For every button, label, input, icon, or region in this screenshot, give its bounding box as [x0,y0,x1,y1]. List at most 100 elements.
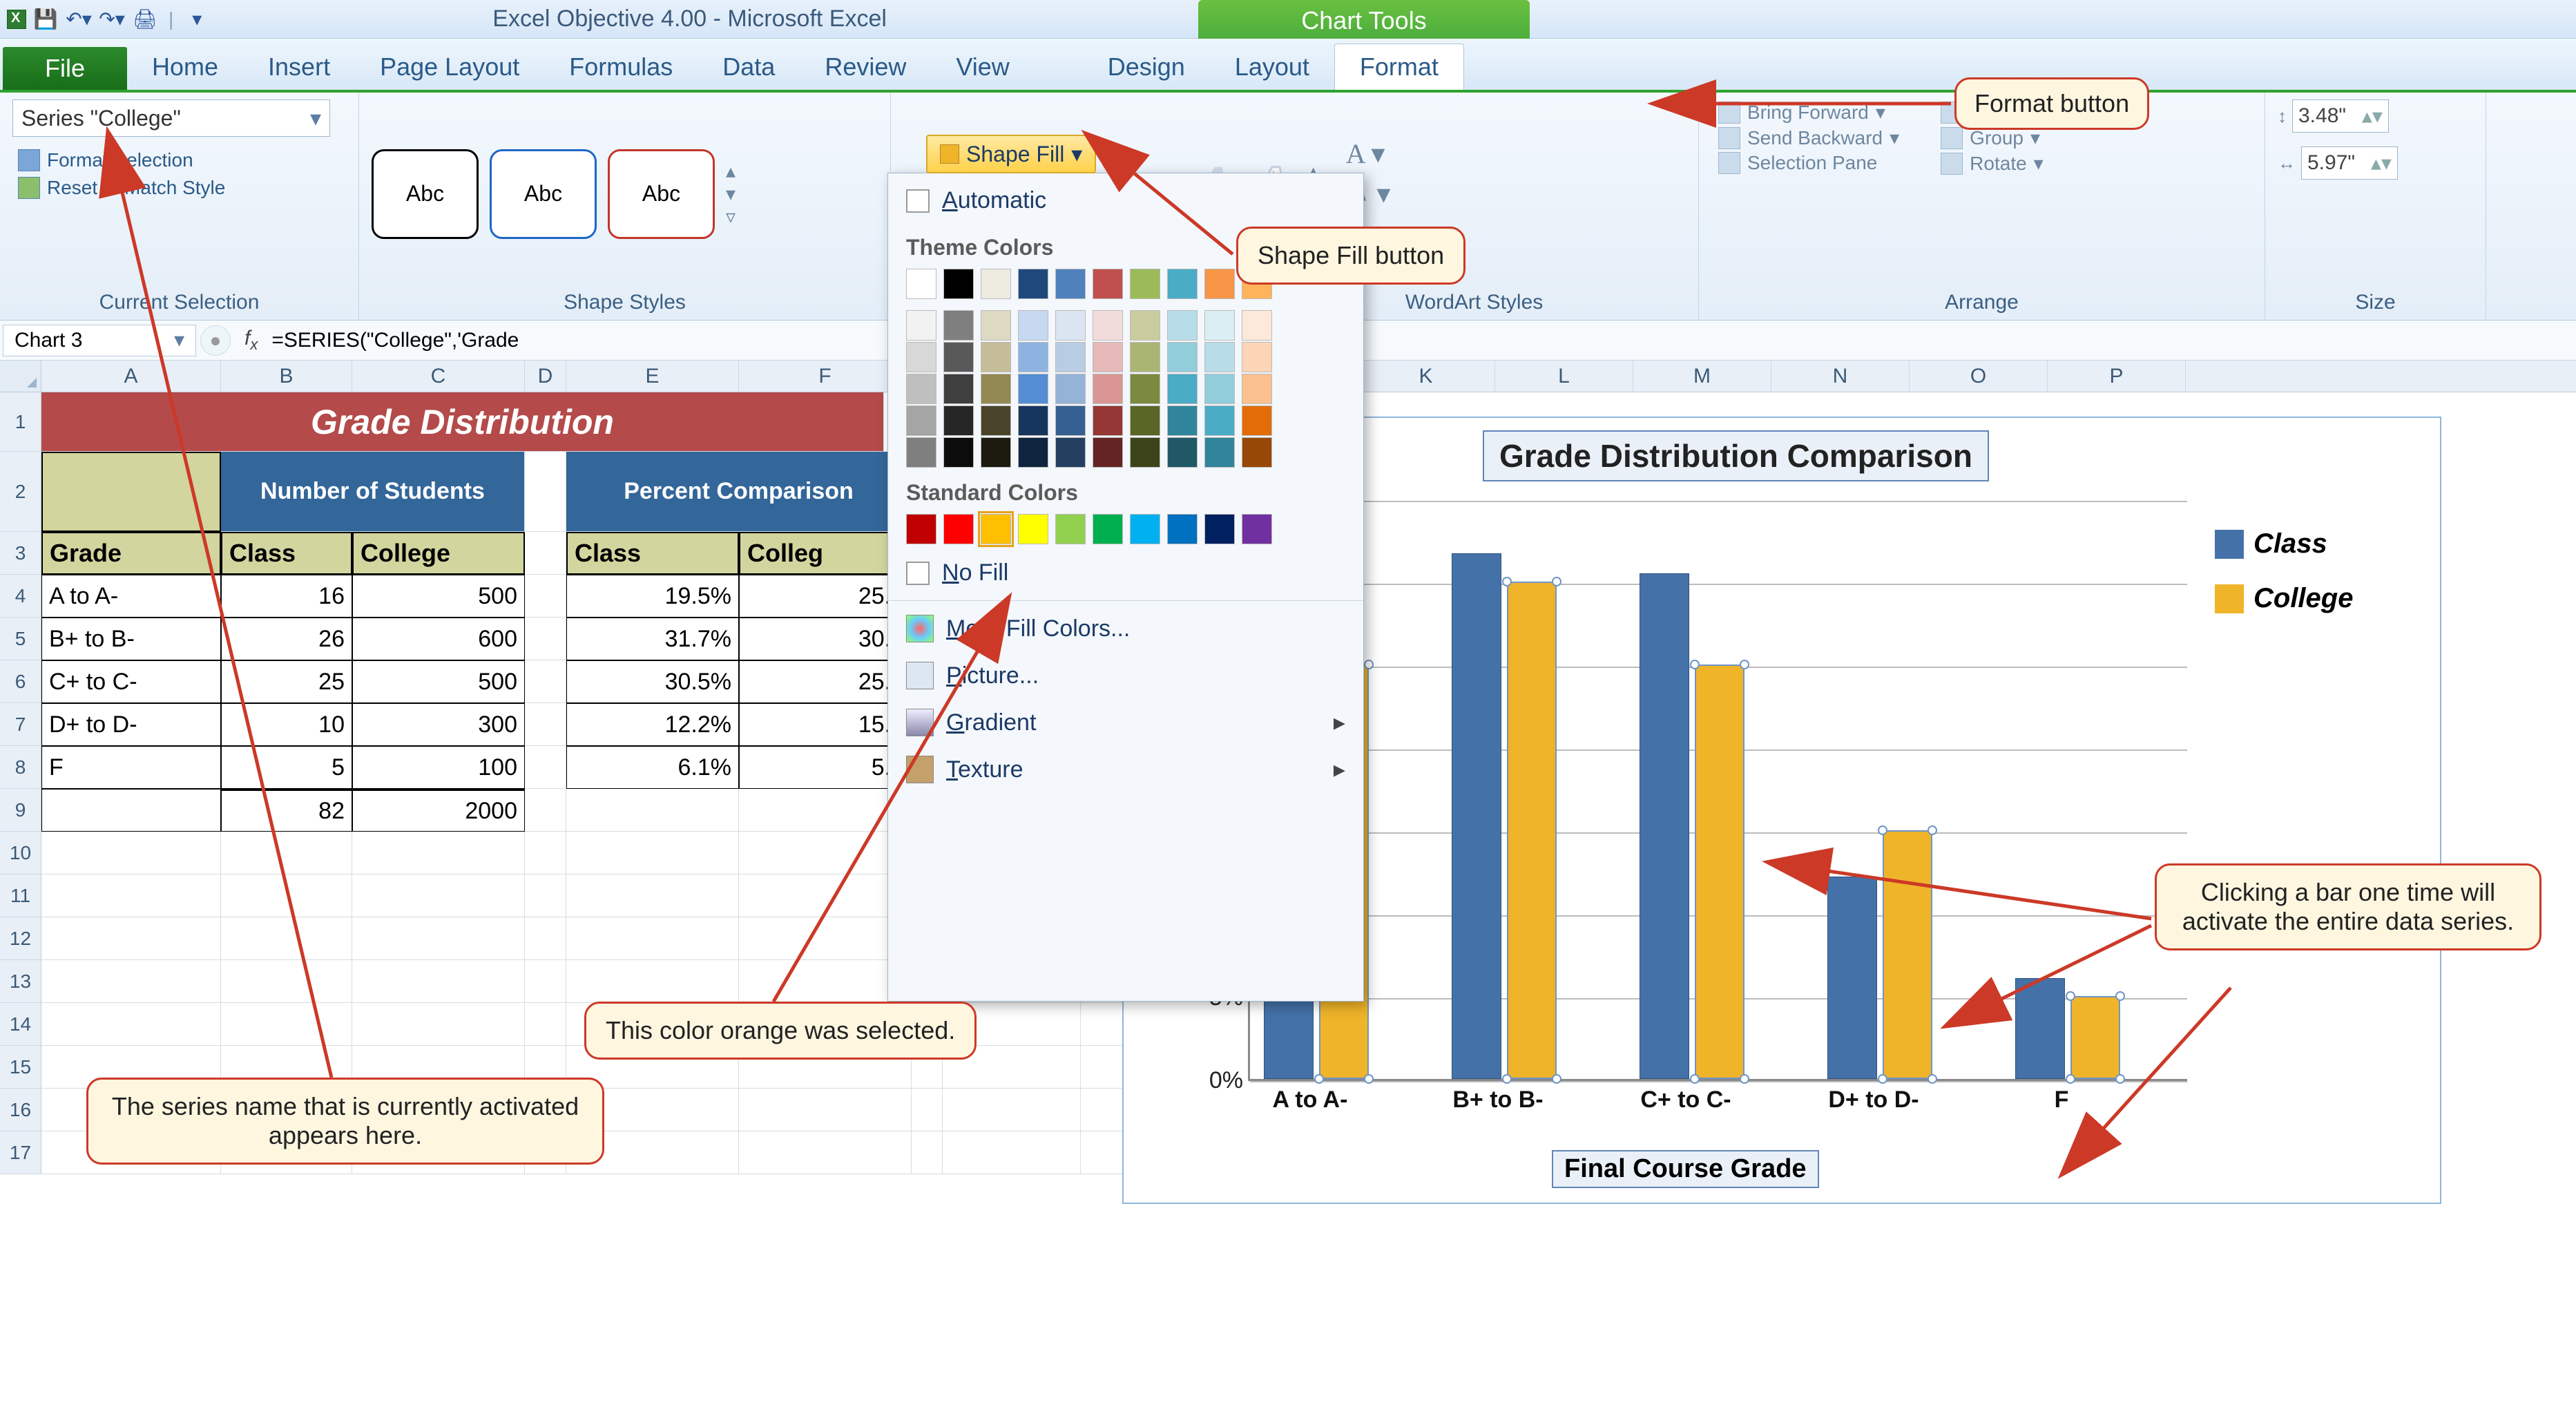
color-swatch[interactable] [981,374,1011,404]
send-backward-button[interactable]: Send Backward ▾ [1711,125,1906,151]
color-swatch[interactable] [1204,374,1235,404]
color-swatch[interactable] [1130,437,1160,468]
chart-element-selector[interactable]: Series "College" ▾ [12,99,330,137]
column-header[interactable]: N [1771,361,1910,392]
color-swatch[interactable] [1242,342,1272,372]
color-swatch[interactable] [1130,342,1160,372]
fx-icon[interactable]: fx [235,327,267,354]
row-header[interactable]: 4 [0,575,41,618]
tab-home[interactable]: Home [127,44,243,90]
format-selection-button[interactable]: Format Selection [12,146,346,174]
color-swatch[interactable] [1018,405,1048,436]
color-swatch[interactable] [981,405,1011,436]
color-swatch[interactable] [1242,374,1272,404]
texture-fill[interactable]: Texture▸ [888,746,1363,793]
gradient-fill[interactable]: Gradient▸ [888,699,1363,746]
color-swatch[interactable] [981,269,1011,299]
color-swatch[interactable] [1130,310,1160,341]
color-swatch[interactable] [1055,310,1086,341]
color-swatch[interactable] [1167,342,1198,372]
more-fill-colors[interactable]: More Fill Colors... [888,605,1363,652]
color-swatch[interactable] [1130,269,1160,299]
undo-icon[interactable]: ↶▾ [65,6,93,33]
row-header[interactable]: 13 [0,960,41,1003]
shape-style-2[interactable]: Abc [490,149,597,239]
column-header[interactable]: C [352,361,525,392]
color-swatch[interactable] [1204,269,1235,299]
column-header[interactable]: B [221,361,352,392]
color-swatch[interactable] [1093,310,1123,341]
chart-bar[interactable] [2015,978,2065,1079]
qat-customize-icon[interactable]: ▾ [183,6,211,33]
color-swatch[interactable] [1130,405,1160,436]
row-header[interactable]: 5 [0,618,41,660]
color-swatch[interactable] [943,374,974,404]
color-swatch[interactable] [1204,342,1235,372]
row-header[interactable]: 11 [0,874,41,917]
shape-style-scroll[interactable]: ▴▾▿ [726,160,736,228]
formula-value[interactable]: =SERIES("College",'Grade ibution'!$F$4:$… [271,329,2576,352]
chart-plot-area[interactable]: 0%5%10%15%20%25%30%35% [1248,501,2187,1081]
color-swatch[interactable] [1130,514,1160,544]
shape-width-input[interactable]: 5.97"▴▾ [2301,146,2398,180]
color-swatch[interactable] [906,342,936,372]
shape-style-1[interactable]: Abc [372,149,479,239]
tab-data[interactable]: Data [698,44,800,90]
print-icon[interactable]: 🖨 [131,6,159,33]
color-swatch[interactable] [906,405,936,436]
tab-view[interactable]: View [931,44,1034,90]
column-header[interactable]: A [41,361,221,392]
color-swatch[interactable] [906,310,936,341]
color-swatch[interactable] [981,514,1011,544]
color-swatch[interactable] [1167,269,1198,299]
shape-style-3[interactable]: Abc [608,149,715,239]
bring-forward-button[interactable]: Bring Forward ▾ [1711,99,1906,125]
tab-review[interactable]: Review [800,44,931,90]
row-header[interactable]: 14 [0,1003,41,1046]
color-swatch[interactable] [1242,437,1272,468]
color-swatch[interactable] [943,437,974,468]
selection-pane-button[interactable]: Selection Pane [1711,151,1906,175]
picture-fill[interactable]: Picture... [888,652,1363,699]
color-swatch[interactable] [1018,514,1048,544]
chart-title[interactable]: Grade Distribution Comparison [1483,430,1989,481]
color-swatch[interactable] [1167,310,1198,341]
row-header[interactable]: 6 [0,660,41,703]
color-swatch[interactable] [1018,310,1048,341]
row-header[interactable]: 1 [0,392,41,452]
row-header[interactable]: 9 [0,789,41,832]
color-swatch[interactable] [1204,514,1235,544]
column-header[interactable]: P [2048,361,2186,392]
redo-icon[interactable]: ↷▾ [98,6,126,33]
column-header[interactable]: K [1357,361,1495,392]
color-swatch[interactable] [943,310,974,341]
color-swatch[interactable] [1242,405,1272,436]
text-fill-icon[interactable]: A ▾ [1346,137,1391,170]
tab-page-layout[interactable]: Page Layout [355,44,544,90]
color-swatch[interactable] [943,342,974,372]
color-swatch[interactable] [1204,310,1235,341]
chart-bar[interactable] [1452,553,1501,1079]
row-header[interactable]: 2 [0,452,41,532]
color-swatch[interactable] [1055,514,1086,544]
color-swatch[interactable] [1204,437,1235,468]
color-swatch[interactable] [1093,437,1123,468]
color-swatch[interactable] [1093,342,1123,372]
color-swatch[interactable] [1167,514,1198,544]
rotate-button[interactable]: Rotate ▾ [1934,151,2050,176]
color-swatch[interactable] [1204,405,1235,436]
column-header[interactable]: D [525,361,566,392]
chart-bar[interactable] [1883,830,1932,1079]
tab-file[interactable]: File [3,47,127,90]
tab-format[interactable]: Format [1334,44,1464,90]
color-swatch[interactable] [1018,269,1048,299]
row-header[interactable]: 3 [0,532,41,575]
color-swatch[interactable] [1242,310,1272,341]
color-swatch[interactable] [943,269,974,299]
tab-layout[interactable]: Layout [1210,44,1334,90]
chart-legend[interactable]: Class College [2215,528,2353,638]
color-swatch[interactable] [1018,374,1048,404]
color-swatch[interactable] [981,310,1011,341]
color-swatch[interactable] [1167,405,1198,436]
color-swatch[interactable] [1093,514,1123,544]
